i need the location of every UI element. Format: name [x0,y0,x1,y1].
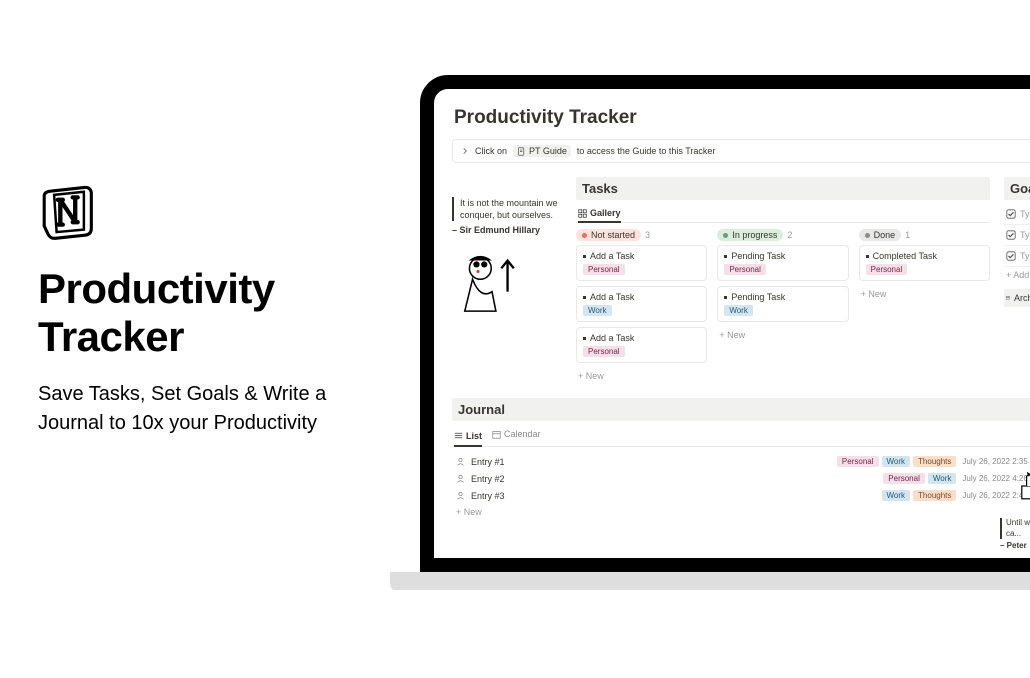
goal-item[interactable]: Type [1004,204,1030,225]
laptop-mockup: Productivity Tracker Click on PT Guide t… [420,75,1030,590]
goal-item[interactable]: Type [1004,225,1030,246]
quote-block-right: Until we ca... – Peter [1000,518,1030,550]
task-card[interactable]: Add a Task Personal [576,327,707,363]
tasks-section: Tasks Gallery Not started3 Add a Task [576,177,990,384]
task-card[interactable]: Pending Task Work [717,286,848,322]
person-icon [456,474,465,483]
tag-thoughts: Thoughts [913,490,956,501]
notion-logo-icon [38,180,368,247]
board-col-notstarted: Not started3 Add a Task Personal Add a T… [576,229,707,384]
task-card[interactable]: Add a Task Personal [576,245,707,281]
promo-title: Productivity Tracker [38,265,368,362]
tag-work: Work [583,305,612,316]
tag-work: Work [882,490,911,501]
task-card[interactable]: Add a Task Work [576,286,707,322]
board-col-done: Done1 Completed Task Personal + New [859,229,990,384]
tasks-header: Tasks [576,177,990,200]
status-notstarted[interactable]: Not started [576,229,641,241]
checkbox-icon [1006,251,1016,261]
pt-guide-chip[interactable]: PT Guide [513,145,571,157]
document-icon [517,147,526,156]
illustration-cat-icon [1016,462,1030,502]
chevron-right-icon [461,147,469,155]
new-card-button[interactable]: + New [859,286,990,302]
kanban-board: Not started3 Add a Task Personal Add a T… [576,229,990,384]
tag-work: Work [928,473,957,484]
page-title: Productivity Tracker [452,107,1030,129]
journal-view-tabs: List Calendar [452,425,1030,447]
tasks-view-tabs: Gallery [576,204,990,223]
tag-personal: Personal [883,473,925,484]
illustration-person-icon [452,245,532,315]
journal-entry[interactable]: Entry #3 Work Thoughts July 26, 2022 2:4… [452,487,1030,504]
board-col-inprogress: In progress2 Pending Task Personal Pendi… [717,229,848,384]
laptop-base [390,572,1030,590]
archive-link[interactable]: Archive [1004,289,1030,307]
guide-callout[interactable]: Click on PT Guide to access the Guide to… [452,139,1030,163]
goals-section: Goals Type Type Type + Add Ne [1004,177,1030,384]
new-card-button[interactable]: + New [576,368,707,384]
promo-panel: Productivity Tracker Save Tasks, Set Goa… [38,180,368,438]
person-icon [456,457,465,466]
archive-icon [1006,293,1010,303]
task-card[interactable]: Pending Task Personal [717,245,848,281]
goals-header: Goals [1004,177,1030,200]
tag-personal: Personal [724,264,766,275]
calendar-icon [492,430,501,439]
add-goal-button[interactable]: + Add Ne [1004,267,1030,283]
task-card[interactable]: Completed Task Personal [859,245,990,281]
tag-personal: Personal [866,264,908,275]
journal-header: Journal [452,398,1030,421]
quote-text: It is not the mountain we conquer, but o… [452,197,562,221]
person-icon [456,491,465,500]
goal-item[interactable]: Type [1004,246,1030,267]
promo-subtitle: Save Tasks, Set Goals & Write a Journal … [38,380,368,438]
tab-list[interactable]: List [454,429,482,447]
checkbox-icon [1006,209,1016,219]
tag-personal: Personal [583,264,625,275]
list-icon [454,431,463,440]
status-done[interactable]: Done [859,229,902,241]
gallery-icon [578,209,587,218]
journal-section: Journal List Calendar Entry #1 Per [452,398,1030,520]
tag-thoughts: Thoughts [913,456,956,467]
tag-personal: Personal [583,346,625,357]
app-window: Productivity Tracker Click on PT Guide t… [434,89,1030,558]
quote-block: It is not the mountain we conquer, but o… [452,177,562,384]
new-journal-button[interactable]: + New [452,504,1030,520]
tag-work: Work [882,456,911,467]
checkbox-icon [1006,230,1016,240]
quote-author: – Sir Edmund Hillary [452,225,562,235]
tag-personal: Personal [837,456,879,467]
journal-entry[interactable]: Entry #1 Personal Work Thoughts July 26,… [452,453,1030,470]
new-card-button[interactable]: + New [717,327,848,343]
tag-work: Work [724,305,753,316]
tab-calendar[interactable]: Calendar [492,429,541,442]
status-inprogress[interactable]: In progress [717,229,783,241]
journal-entry[interactable]: Entry #2 Personal Work July 26, 2022 4:2… [452,470,1030,487]
tab-gallery[interactable]: Gallery [578,208,621,223]
